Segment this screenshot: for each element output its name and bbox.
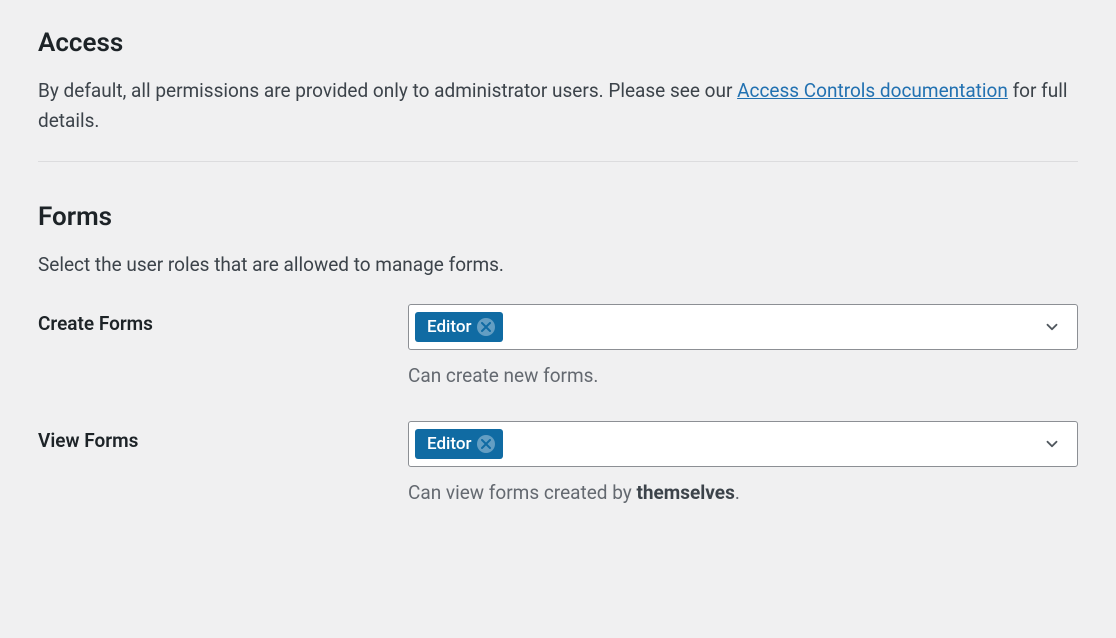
access-controls-link[interactable]: Access Controls documentation	[737, 79, 1008, 102]
chevron-down-icon	[1043, 435, 1061, 453]
section-divider	[38, 161, 1078, 162]
role-tag-editor: Editor	[415, 312, 503, 342]
remove-tag-button[interactable]	[477, 318, 495, 336]
create-forms-label: Create Forms	[38, 304, 408, 335]
view-forms-label: View Forms	[38, 421, 408, 452]
role-tag-label: Editor	[427, 317, 471, 337]
view-forms-help: Can view forms created by themselves.	[408, 481, 1078, 504]
role-tag-editor: Editor	[415, 429, 503, 459]
role-tag-label: Editor	[427, 434, 471, 454]
create-forms-row: Create Forms Editor Can create new forms…	[38, 304, 1078, 387]
chevron-down-icon	[1043, 318, 1061, 336]
view-forms-select[interactable]: Editor	[408, 421, 1078, 467]
dropdown-toggle[interactable]	[1033, 318, 1071, 336]
view-forms-row: View Forms Editor Can view forms created…	[38, 421, 1078, 504]
forms-heading: Forms	[38, 202, 1078, 232]
forms-description: Select the user roles that are allowed t…	[38, 250, 1078, 280]
close-icon	[481, 439, 491, 449]
access-description: By default, all permissions are provided…	[38, 76, 1078, 137]
access-heading: Access	[38, 28, 1078, 58]
create-forms-help: Can create new forms.	[408, 364, 1078, 387]
access-desc-prefix: By default, all permissions are provided…	[38, 79, 737, 102]
close-icon	[481, 322, 491, 332]
create-forms-select[interactable]: Editor	[408, 304, 1078, 350]
dropdown-toggle[interactable]	[1033, 435, 1071, 453]
remove-tag-button[interactable]	[477, 435, 495, 453]
